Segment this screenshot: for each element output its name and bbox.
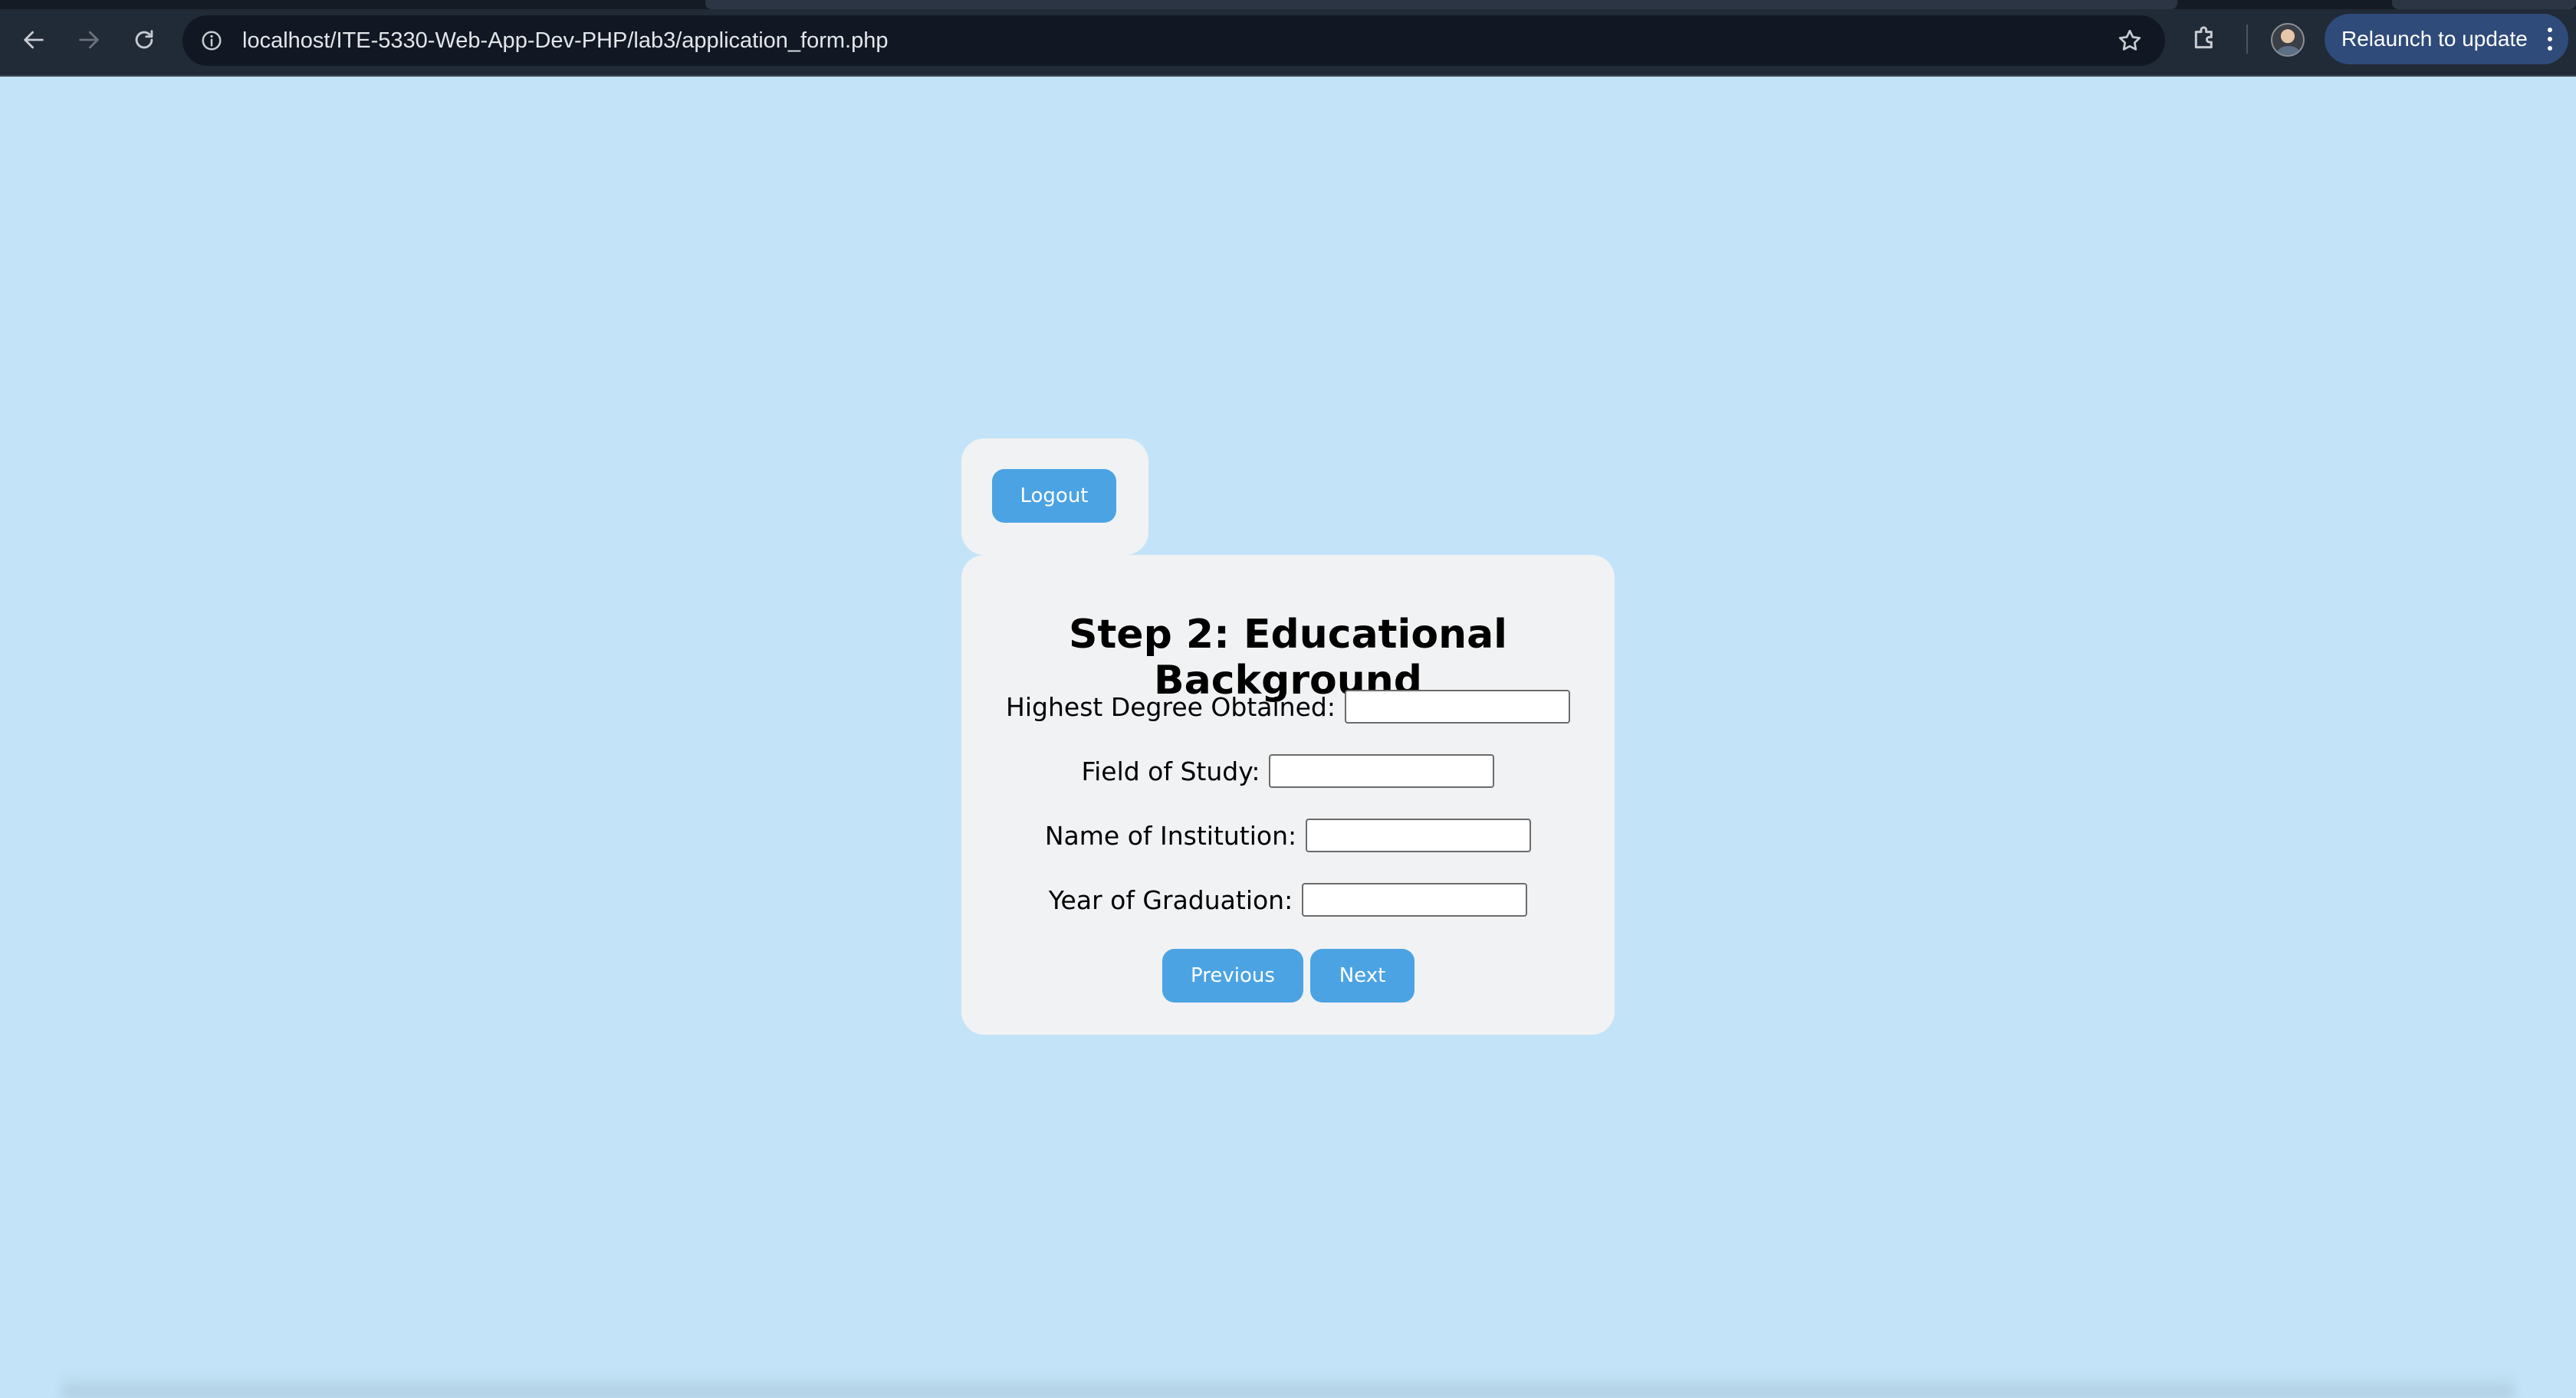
field-row-institution: Name of Institution: bbox=[961, 819, 1615, 852]
logout-panel: Logout bbox=[961, 438, 1148, 555]
highest-degree-label: Highest Degree Obtained: bbox=[1006, 691, 1336, 722]
reload-icon bbox=[135, 30, 153, 49]
back-button[interactable] bbox=[11, 17, 57, 63]
window-bottom-shadow bbox=[61, 1372, 2515, 1398]
relaunch-label: Relaunch to update bbox=[2341, 27, 2528, 51]
tab-strip bbox=[0, 0, 2576, 9]
more-menu-icon[interactable] bbox=[2547, 28, 2553, 51]
address-bar[interactable]: localhost/ITE-5330-Web-App-Dev-PHP/lab3/… bbox=[182, 15, 2165, 66]
field-row-graduation-year: Year of Graduation: bbox=[961, 883, 1615, 917]
reload-button[interactable] bbox=[121, 17, 167, 63]
relaunch-button[interactable]: Relaunch to update bbox=[2325, 14, 2568, 64]
forward-button[interactable] bbox=[66, 17, 112, 63]
institution-input[interactable] bbox=[1306, 819, 1532, 852]
site-info-icon[interactable] bbox=[199, 28, 224, 53]
field-row-field-of-study: Field of Study: bbox=[961, 754, 1615, 788]
url-text[interactable]: localhost/ITE-5330-Web-App-Dev-PHP/lab3/… bbox=[242, 28, 889, 54]
field-of-study-label: Field of Study: bbox=[1081, 756, 1260, 786]
highest-degree-input[interactable] bbox=[1344, 690, 1570, 724]
profile-avatar[interactable] bbox=[2271, 23, 2305, 57]
graduation-year-label: Year of Graduation: bbox=[1048, 884, 1293, 915]
active-tab-edge[interactable] bbox=[705, 0, 2177, 9]
browser-toolbar: localhost/ITE-5330-Web-App-Dev-PHP/lab3/… bbox=[0, 0, 2576, 77]
field-of-study-input[interactable] bbox=[1269, 754, 1495, 788]
previous-button[interactable]: Previous bbox=[1162, 949, 1303, 1003]
bookmark-star-icon[interactable] bbox=[2116, 27, 2144, 54]
tab-edge[interactable] bbox=[2392, 0, 2576, 9]
back-arrow-icon bbox=[24, 31, 44, 49]
extensions-icon[interactable] bbox=[2190, 23, 2220, 54]
graduation-year-input[interactable] bbox=[1302, 883, 1528, 917]
next-button[interactable]: Next bbox=[1310, 949, 1414, 1003]
institution-label: Name of Institution: bbox=[1044, 820, 1297, 851]
forward-arrow-icon bbox=[79, 31, 99, 49]
education-form: Step 2: Educational Background Highest D… bbox=[961, 555, 1615, 1035]
logout-button[interactable]: Logout bbox=[992, 469, 1116, 523]
toolbar-divider bbox=[2246, 25, 2248, 54]
field-row-highest-degree: Highest Degree Obtained: bbox=[961, 690, 1615, 724]
